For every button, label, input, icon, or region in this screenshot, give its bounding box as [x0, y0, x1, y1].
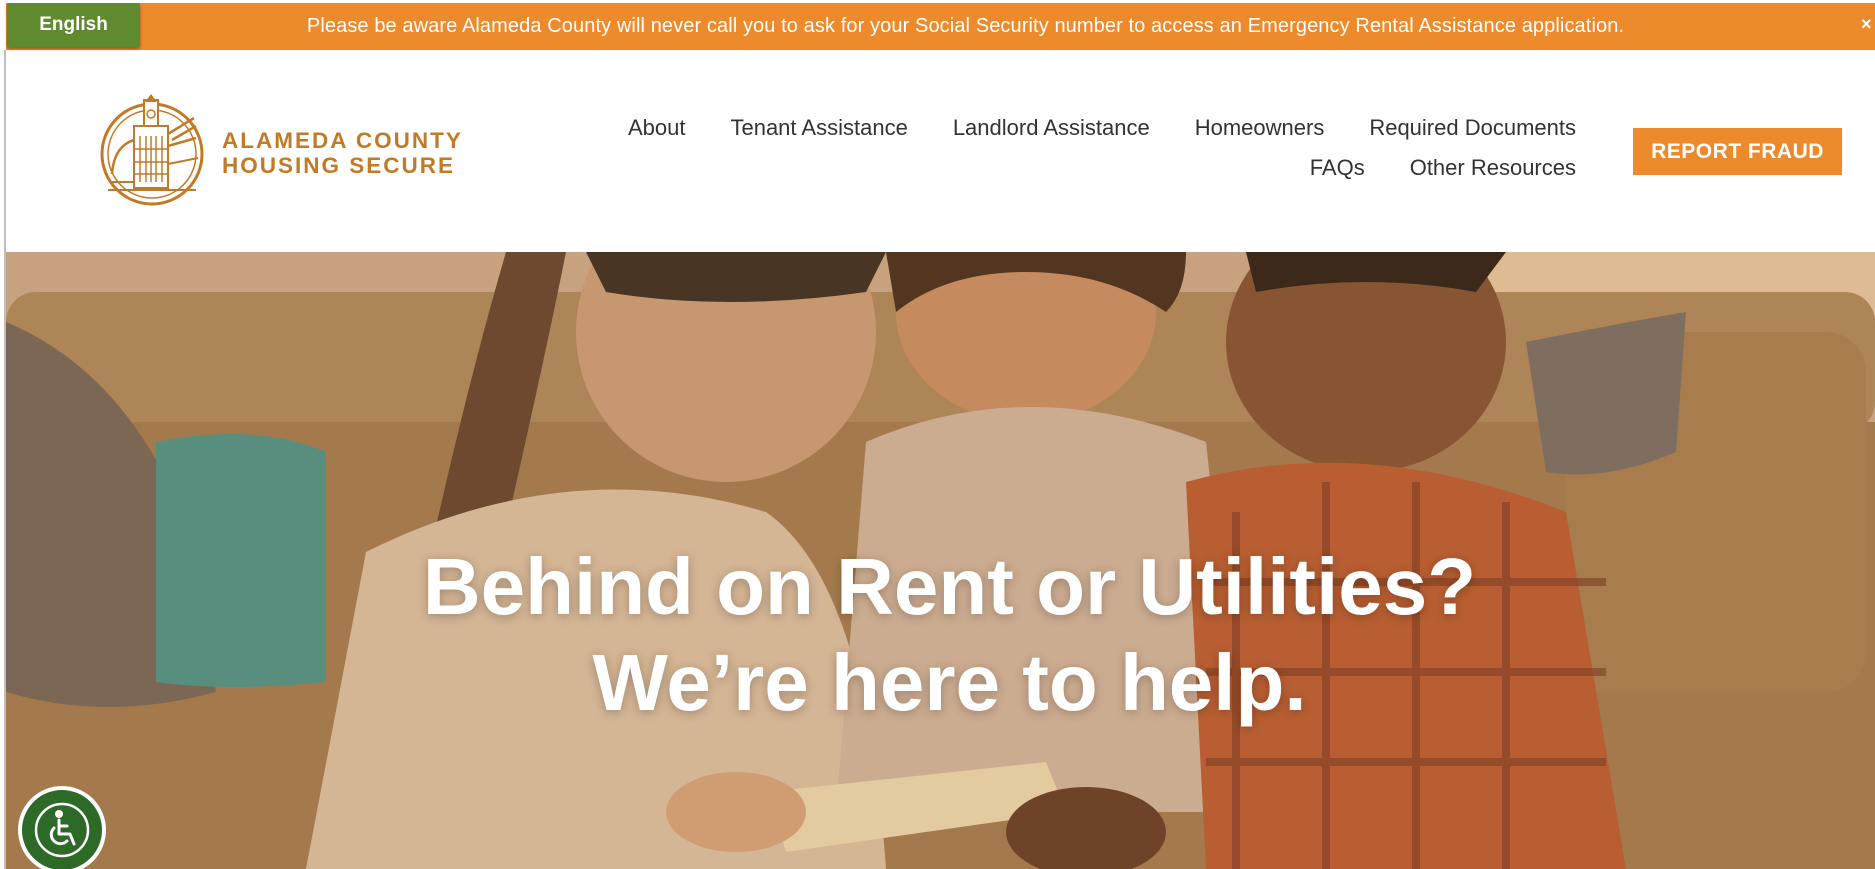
- logo-line-2: HOUSING SECURE: [222, 153, 456, 178]
- nav-item-homeowners[interactable]: Homeowners: [1195, 115, 1325, 155]
- report-fraud-button[interactable]: REPORT FRAUD: [1633, 128, 1842, 175]
- language-selector-button[interactable]: English: [7, 3, 140, 47]
- close-icon[interactable]: ×: [1861, 14, 1875, 34]
- accessibility-button[interactable]: [18, 786, 106, 869]
- hero-banner: Behind on Rent or Utilities? We’re here …: [6, 252, 1875, 869]
- logo-line-1: ALAMEDA COUNTY: [222, 128, 463, 153]
- wheelchair-icon: [34, 802, 90, 858]
- site-logo[interactable]: ALAMEDA COUNTY HOUSING SECURE: [98, 94, 463, 212]
- logo-text: ALAMEDA COUNTY HOUSING SECURE: [222, 128, 463, 178]
- city-hall-seal-icon: [100, 94, 204, 206]
- nav-item-other-resources[interactable]: Other Resources: [1410, 155, 1576, 195]
- nav-row-1: About Tenant Assistance Landlord Assista…: [476, 115, 1576, 155]
- page-border: [4, 50, 6, 869]
- nav-item-required-documents[interactable]: Required Documents: [1369, 115, 1576, 155]
- hero-heading: Behind on Rent or Utilities? We’re here …: [6, 539, 1875, 731]
- nav-item-about[interactable]: About: [628, 115, 686, 155]
- nav-item-tenant-assistance[interactable]: Tenant Assistance: [730, 115, 907, 155]
- site-header: ALAMEDA COUNTY HOUSING SECURE About Tena…: [6, 50, 1875, 252]
- nav-item-faqs[interactable]: FAQs: [1310, 155, 1365, 195]
- nav-item-landlord-assistance[interactable]: Landlord Assistance: [953, 115, 1150, 155]
- nav-row-2: FAQs Other Resources: [476, 155, 1576, 195]
- alert-message: Please be aware Alameda County will neve…: [306, 15, 1625, 37]
- hero-heading-line-1: Behind on Rent or Utilities?: [422, 542, 1477, 631]
- main-navigation: About Tenant Assistance Landlord Assista…: [476, 115, 1576, 195]
- hero-heading-line-2: We’re here to help.: [592, 638, 1307, 727]
- alert-banner: Please be aware Alameda County will neve…: [6, 3, 1875, 50]
